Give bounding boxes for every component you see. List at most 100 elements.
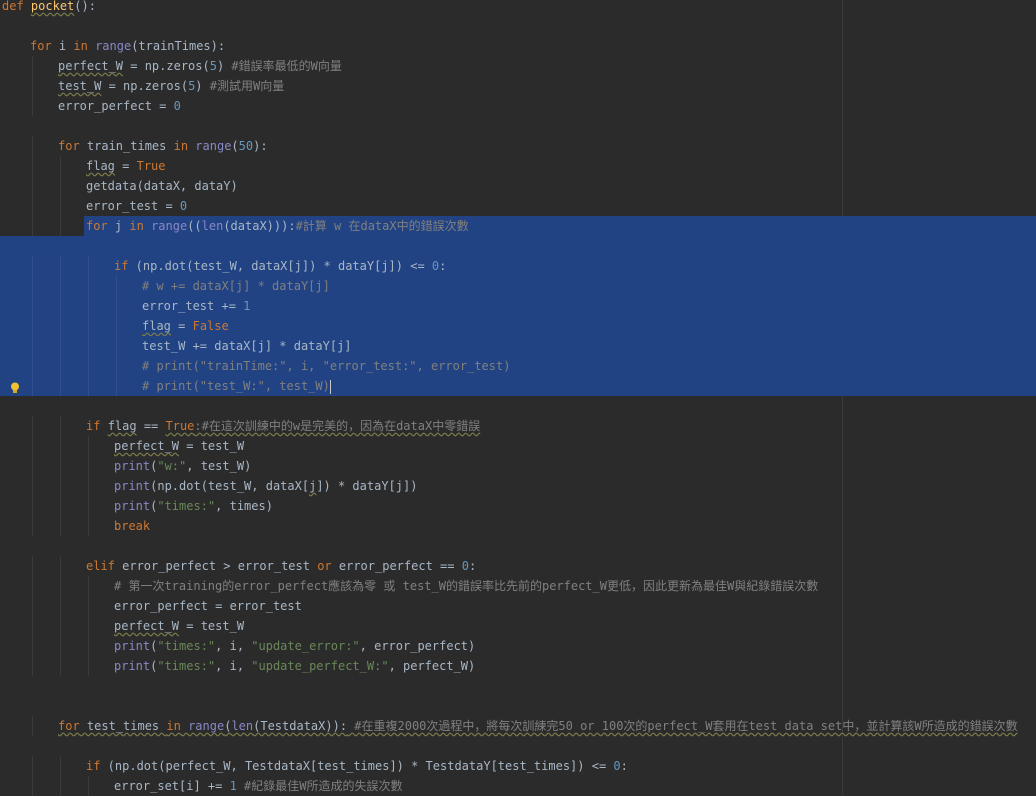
code-line[interactable] (0, 696, 1036, 716)
code-text: print("w:", test_W) (114, 456, 251, 476)
code-line[interactable]: if flag == True:#在這次訓練中的w是完美的，因為在dataX中零… (0, 416, 1036, 436)
code-line[interactable]: error_set[i] += 1 #紀錄最佳W所造成的失誤次數 (0, 776, 1036, 796)
code-line[interactable]: perfect_W = test_W (0, 436, 1036, 456)
code-line[interactable] (0, 536, 1036, 556)
code-token: = (114, 159, 137, 173)
code-line[interactable]: flag = False (0, 316, 1036, 336)
code-line[interactable] (0, 736, 1036, 756)
code-text: perfect_W = np.zeros(5) #錯誤率最低的W向量 (58, 56, 342, 76)
indent-guide (60, 596, 61, 616)
code-editor[interactable]: def pocket(): for i in range(trainTimes):… (0, 0, 1036, 796)
code-line[interactable]: elif error_perfect > error_test or error… (0, 556, 1036, 576)
code-line[interactable]: error_test += 1 (0, 296, 1036, 316)
code-token: # print("test_W:", test_W) (142, 379, 330, 393)
code-line[interactable]: perfect_W = np.zeros(5) #錯誤率最低的W向量 (0, 56, 1036, 76)
indent-guide (88, 376, 89, 396)
code-token: error_perfect = error_test (114, 599, 302, 613)
lightbulb-icon[interactable] (10, 380, 20, 393)
code-line[interactable]: if (np.dot(test_W, dataX[j]) * dataY[j])… (0, 256, 1036, 276)
code-token: in (173, 139, 189, 153)
code-line[interactable]: getdata(dataX, dataY) (0, 176, 1036, 196)
code-token: print (114, 499, 151, 513)
code-line[interactable]: perfect_W = test_W (0, 616, 1036, 636)
code-line[interactable]: for train_times in range(50): (0, 136, 1036, 156)
code-token: 0 (179, 199, 188, 213)
code-token: (np.dot(perfect_W, TestdataX[test_times]… (100, 759, 614, 773)
code-line[interactable]: error_perfect = 0 (0, 96, 1036, 116)
code-token: in (166, 719, 181, 733)
indent-guide (32, 316, 33, 336)
code-token: print (114, 479, 151, 493)
code-line[interactable]: for test_times in range(len(TestdataX)):… (0, 716, 1036, 736)
code-token: in (129, 219, 144, 233)
code-text: for train_times in range(50): (58, 136, 268, 156)
code-text: flag = True (86, 156, 166, 176)
indent-guide (32, 376, 33, 396)
code-token: ]) * dataY[j]) (316, 479, 418, 493)
code-text: perfect_W = test_W (114, 616, 244, 636)
code-text: perfect_W = test_W (114, 436, 244, 456)
indent-guide (32, 356, 33, 376)
indent-guide (60, 176, 61, 196)
code-line[interactable]: # w += dataX[j] * dataY[j] (0, 276, 1036, 296)
text-caret (329, 379, 331, 394)
code-line[interactable] (0, 116, 1036, 136)
code-text: for i in range(trainTimes): (30, 36, 225, 56)
code-token: error_perfect = (58, 99, 174, 113)
code-token: for (30, 39, 52, 53)
code-token: len (231, 719, 254, 733)
code-line[interactable]: error_perfect = error_test (0, 596, 1036, 616)
code-line[interactable]: print("times:", i, "update_perfect_W:", … (0, 656, 1036, 676)
code-line[interactable]: error_test = 0 (0, 196, 1036, 216)
code-token: "update_perfect_W:" (251, 659, 389, 673)
code-line[interactable]: # print("test_W:", test_W) (0, 376, 1036, 396)
code-line[interactable]: # 第一次training的error_perfect應該為零 或 test_W… (0, 576, 1036, 596)
code-text: print("times:", times) (114, 496, 273, 516)
code-token: for (58, 139, 80, 153)
code-line[interactable]: print(np.dot(test_W, dataX[j]) * dataY[j… (0, 476, 1036, 496)
indent-guide (88, 636, 89, 656)
code-line[interactable]: print("times:", times) (0, 496, 1036, 516)
code-line[interactable]: print("w:", test_W) (0, 456, 1036, 476)
indent-guide (60, 316, 61, 336)
code-line[interactable]: def pocket(): (0, 0, 1036, 16)
code-line[interactable]: test_W += dataX[j] * dataY[j] (0, 336, 1036, 356)
indent-guide (116, 356, 117, 376)
code-line[interactable]: break (0, 516, 1036, 536)
code-token: ): (253, 139, 268, 153)
indent-guide (116, 296, 117, 316)
code-line[interactable] (0, 236, 1036, 256)
code-token: #紀錄最佳W所造成的失誤次數 (236, 779, 403, 793)
code-token: pocket (30, 0, 75, 13)
code-text: print("times:", i, "update_error:", erro… (114, 636, 475, 656)
code-line[interactable]: flag = True (0, 156, 1036, 176)
indent-guide (60, 156, 61, 176)
code-token: #計算 w 在dataX中的錯誤次數 (295, 219, 469, 233)
code-line[interactable]: for i in range(trainTimes): (0, 36, 1036, 56)
indent-guide (88, 616, 89, 636)
code-line[interactable]: if (np.dot(perfect_W, TestdataX[test_tim… (0, 756, 1036, 776)
code-line[interactable] (0, 396, 1036, 416)
code-line[interactable]: # print("trainTime:", i, "error_test:", … (0, 356, 1036, 376)
indent-guide (32, 576, 33, 596)
code-token: (trainTimes): (131, 39, 226, 53)
code-text: print("times:", i, "update_perfect_W:", … (114, 656, 475, 676)
code-line[interactable]: print("times:", i, "update_error:", erro… (0, 636, 1036, 656)
code-token: ( (231, 139, 239, 153)
code-line[interactable] (0, 676, 1036, 696)
code-line[interactable] (0, 16, 1036, 36)
code-text: # w += dataX[j] * dataY[j] (142, 276, 330, 296)
code-token: 0 (613, 759, 621, 773)
code-token: train_times (79, 139, 174, 153)
code-token: True (165, 419, 195, 433)
code-text: if (np.dot(perfect_W, TestdataX[test_tim… (86, 756, 628, 776)
code-token: test_W += dataX[j] * dataY[j] (142, 339, 352, 353)
code-line[interactable]: for j in range((len(dataX))):#計算 w 在data… (0, 216, 1036, 236)
indent-guide (60, 616, 61, 636)
code-line[interactable]: test_W = np.zeros(5) #測試用W向量 (0, 76, 1036, 96)
indent-guide (32, 456, 33, 476)
indent-guide (32, 476, 33, 496)
code-token: (dataX))): (223, 219, 296, 233)
